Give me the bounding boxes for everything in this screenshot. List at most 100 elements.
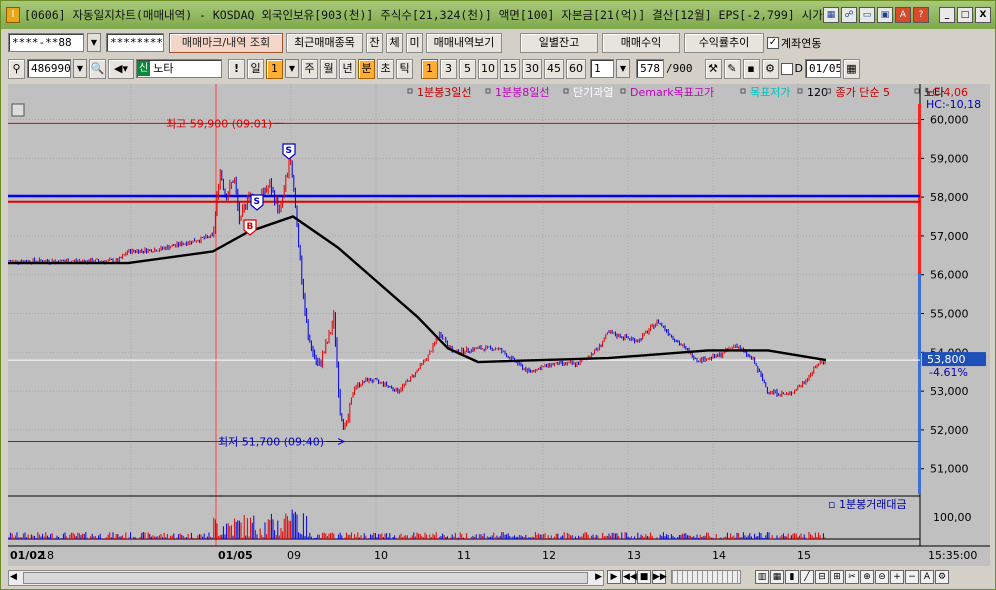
time-label: 01/05 <box>218 549 253 562</box>
indicator-menu-icon[interactable] <box>11 103 25 117</box>
period-year-button[interactable]: 년 <box>339 58 356 79</box>
day-count-dropdown-icon[interactable]: ▼ <box>285 59 299 78</box>
period-day-count[interactable]: 1 <box>266 58 283 79</box>
ruler-icon[interactable]: ⊞ <box>830 570 844 584</box>
pin-icon[interactable]: ⚲ <box>8 58 25 79</box>
mark-history-button[interactable]: 매매마크/내역 조회 <box>169 32 283 53</box>
check-icon[interactable]: ✓ <box>767 36 779 49</box>
search-icon[interactable]: 🔍 <box>89 58 106 79</box>
trade-history-button[interactable]: 매매내역보기 <box>426 32 502 53</box>
chart-toolbar: ⚲ 486990 ▼ 🔍 ◀▾ 신 노타 ! 일 1 ▼ 주 월 년 분 초 틱… <box>1 56 995 81</box>
account-field[interactable]: ****-**88 <box>8 33 84 52</box>
zoom-in-icon[interactable]: ⊕ <box>860 570 874 584</box>
scroll-left-icon[interactable]: ◀ <box>10 572 17 582</box>
chart-setting-icon[interactable]: ▦ <box>823 7 839 23</box>
account-toolbar: ****-**88 ▼ ******** 매매마크/내역 조회 최근매매종목 잔… <box>1 30 995 55</box>
interval-dropdown-icon[interactable]: ▼ <box>616 59 630 78</box>
minute-60-button[interactable]: 60 <box>566 58 586 79</box>
data-count-field[interactable]: 578 <box>636 59 664 78</box>
price-chart[interactable]: 60,00059,00058,00057,00056,00055,00054,0… <box>8 84 990 566</box>
date-field[interactable]: 01/05 <box>804 59 841 78</box>
period-week-button[interactable]: 주 <box>301 58 318 79</box>
bar-icon[interactable]: ▮ <box>785 570 799 584</box>
period-minute-button[interactable]: 분 <box>358 58 375 79</box>
alert-button[interactable]: ! <box>228 58 245 79</box>
maximize-button[interactable]: □ <box>957 7 973 23</box>
daily-balance-button[interactable]: 일별잔고 <box>520 32 598 53</box>
scroll-thumb[interactable] <box>23 572 588 584</box>
period-month-button[interactable]: 월 <box>320 58 337 79</box>
filled-button[interactable]: 체 <box>386 32 403 53</box>
alert-icon[interactable]: A <box>895 7 911 23</box>
cut-icon[interactable]: ✂ <box>845 570 859 584</box>
sell-marker-label: S <box>254 197 260 207</box>
current-change-label: -4.61% <box>929 366 968 379</box>
nav-play-icon[interactable]: ▶ <box>607 570 621 584</box>
scroll-right-icon[interactable]: ▶ <box>595 572 602 582</box>
unfilled-button[interactable]: 미 <box>406 32 423 53</box>
nav-forward-icon[interactable]: ▶▶ <box>652 570 667 584</box>
tile-icon[interactable]: ▣ <box>877 7 893 23</box>
save-icon[interactable]: ▪ <box>742 58 760 79</box>
trade-profit-button[interactable]: 매매수익 <box>602 32 680 53</box>
plus-icon[interactable]: + <box>890 570 904 584</box>
buy-marker-label: B <box>247 222 254 232</box>
chart-area[interactable]: 60,00059,00058,00057,00056,00055,00054,0… <box>8 84 990 566</box>
return-trend-button[interactable]: 수익률추이 <box>684 32 764 53</box>
tool-icon[interactable]: ⚒ <box>704 58 722 79</box>
minimize-button[interactable]: _ <box>939 7 955 23</box>
minus-icon[interactable]: − <box>905 570 919 584</box>
close-button[interactable]: X <box>975 7 991 23</box>
minute-30-button[interactable]: 30 <box>522 58 542 79</box>
period-second-button[interactable]: 초 <box>377 58 394 79</box>
nav-rewind-icon[interactable]: ◀◀ <box>622 570 637 584</box>
legend-item: 1분봉3일선 <box>417 85 471 99</box>
stock-name-field[interactable]: 신 노타 <box>136 59 222 78</box>
low-annotation: 최저 51,700 (09:40) <box>218 436 324 449</box>
link-icon[interactable]: ☍ <box>841 7 857 23</box>
time-label: 12 <box>542 549 556 562</box>
code-dropdown-icon[interactable]: ▼ <box>73 59 87 78</box>
zoom-ruler[interactable] <box>671 570 741 584</box>
period-tick-button[interactable]: 틱 <box>396 58 413 79</box>
nav-stop-icon[interactable]: ■ <box>637 570 651 584</box>
help-icon[interactable]: ? <box>913 7 929 23</box>
zoom-out-icon[interactable]: ⊖ <box>875 570 889 584</box>
balance-button[interactable]: 잔 <box>366 32 383 53</box>
gear-icon[interactable]: ⚙ <box>761 58 779 79</box>
window-icon[interactable]: ▭ <box>859 7 875 23</box>
stock-code-field[interactable]: 486990 <box>27 59 71 78</box>
minute-45-button[interactable]: 45 <box>544 58 564 79</box>
account-dropdown-icon[interactable]: ▼ <box>87 33 101 52</box>
sell-marker-label: S <box>286 146 292 156</box>
period-day-button[interactable]: 일 <box>247 58 264 79</box>
line-icon[interactable]: ╱ <box>800 570 814 584</box>
settings-icon[interactable]: ⚙ <box>935 570 949 584</box>
recent-trades-button[interactable]: 최근매매종목 <box>286 32 363 53</box>
price-tick-label: 60,000 <box>930 114 969 127</box>
legend-item: 종가 단순 5 <box>836 86 890 99</box>
app-icon: I <box>6 7 20 23</box>
account-link-checkbox[interactable]: ✓ 계좌연동 <box>767 35 821 51</box>
minute-5-button[interactable]: 5 <box>459 58 476 79</box>
plot-background <box>8 84 920 566</box>
minute-15-button[interactable]: 15 <box>500 58 520 79</box>
speaker-icon[interactable]: ◀▾ <box>108 58 134 79</box>
checkbox-empty[interactable] <box>780 62 793 75</box>
title-bar[interactable]: I [0606] 자동일지차트(매매내역) - KOSDAQ 외국인보유[903… <box>1 1 995 29</box>
password-field[interactable]: ******** <box>106 33 164 52</box>
minute-3-button[interactable]: 3 <box>440 58 457 79</box>
pen-icon[interactable]: ✎ <box>723 58 741 79</box>
grid-icon[interactable]: ▦ <box>770 570 784 584</box>
price-tick-label: 52,000 <box>930 424 969 437</box>
interval-field[interactable]: 1 <box>590 59 614 78</box>
text-icon[interactable]: A <box>920 570 934 584</box>
minute-1-button[interactable]: 1 <box>421 58 438 79</box>
time-scrollbar[interactable]: ◀ ▶ <box>8 570 604 586</box>
legend-item: 120 <box>807 86 828 99</box>
minute-10-button[interactable]: 10 <box>478 58 498 79</box>
date-checkbox[interactable]: D <box>780 62 803 75</box>
layout-icon[interactable]: ▥ <box>755 570 769 584</box>
fibonacci-icon[interactable]: ⊟ <box>815 570 829 584</box>
calendar-icon[interactable]: ▦ <box>842 58 860 79</box>
